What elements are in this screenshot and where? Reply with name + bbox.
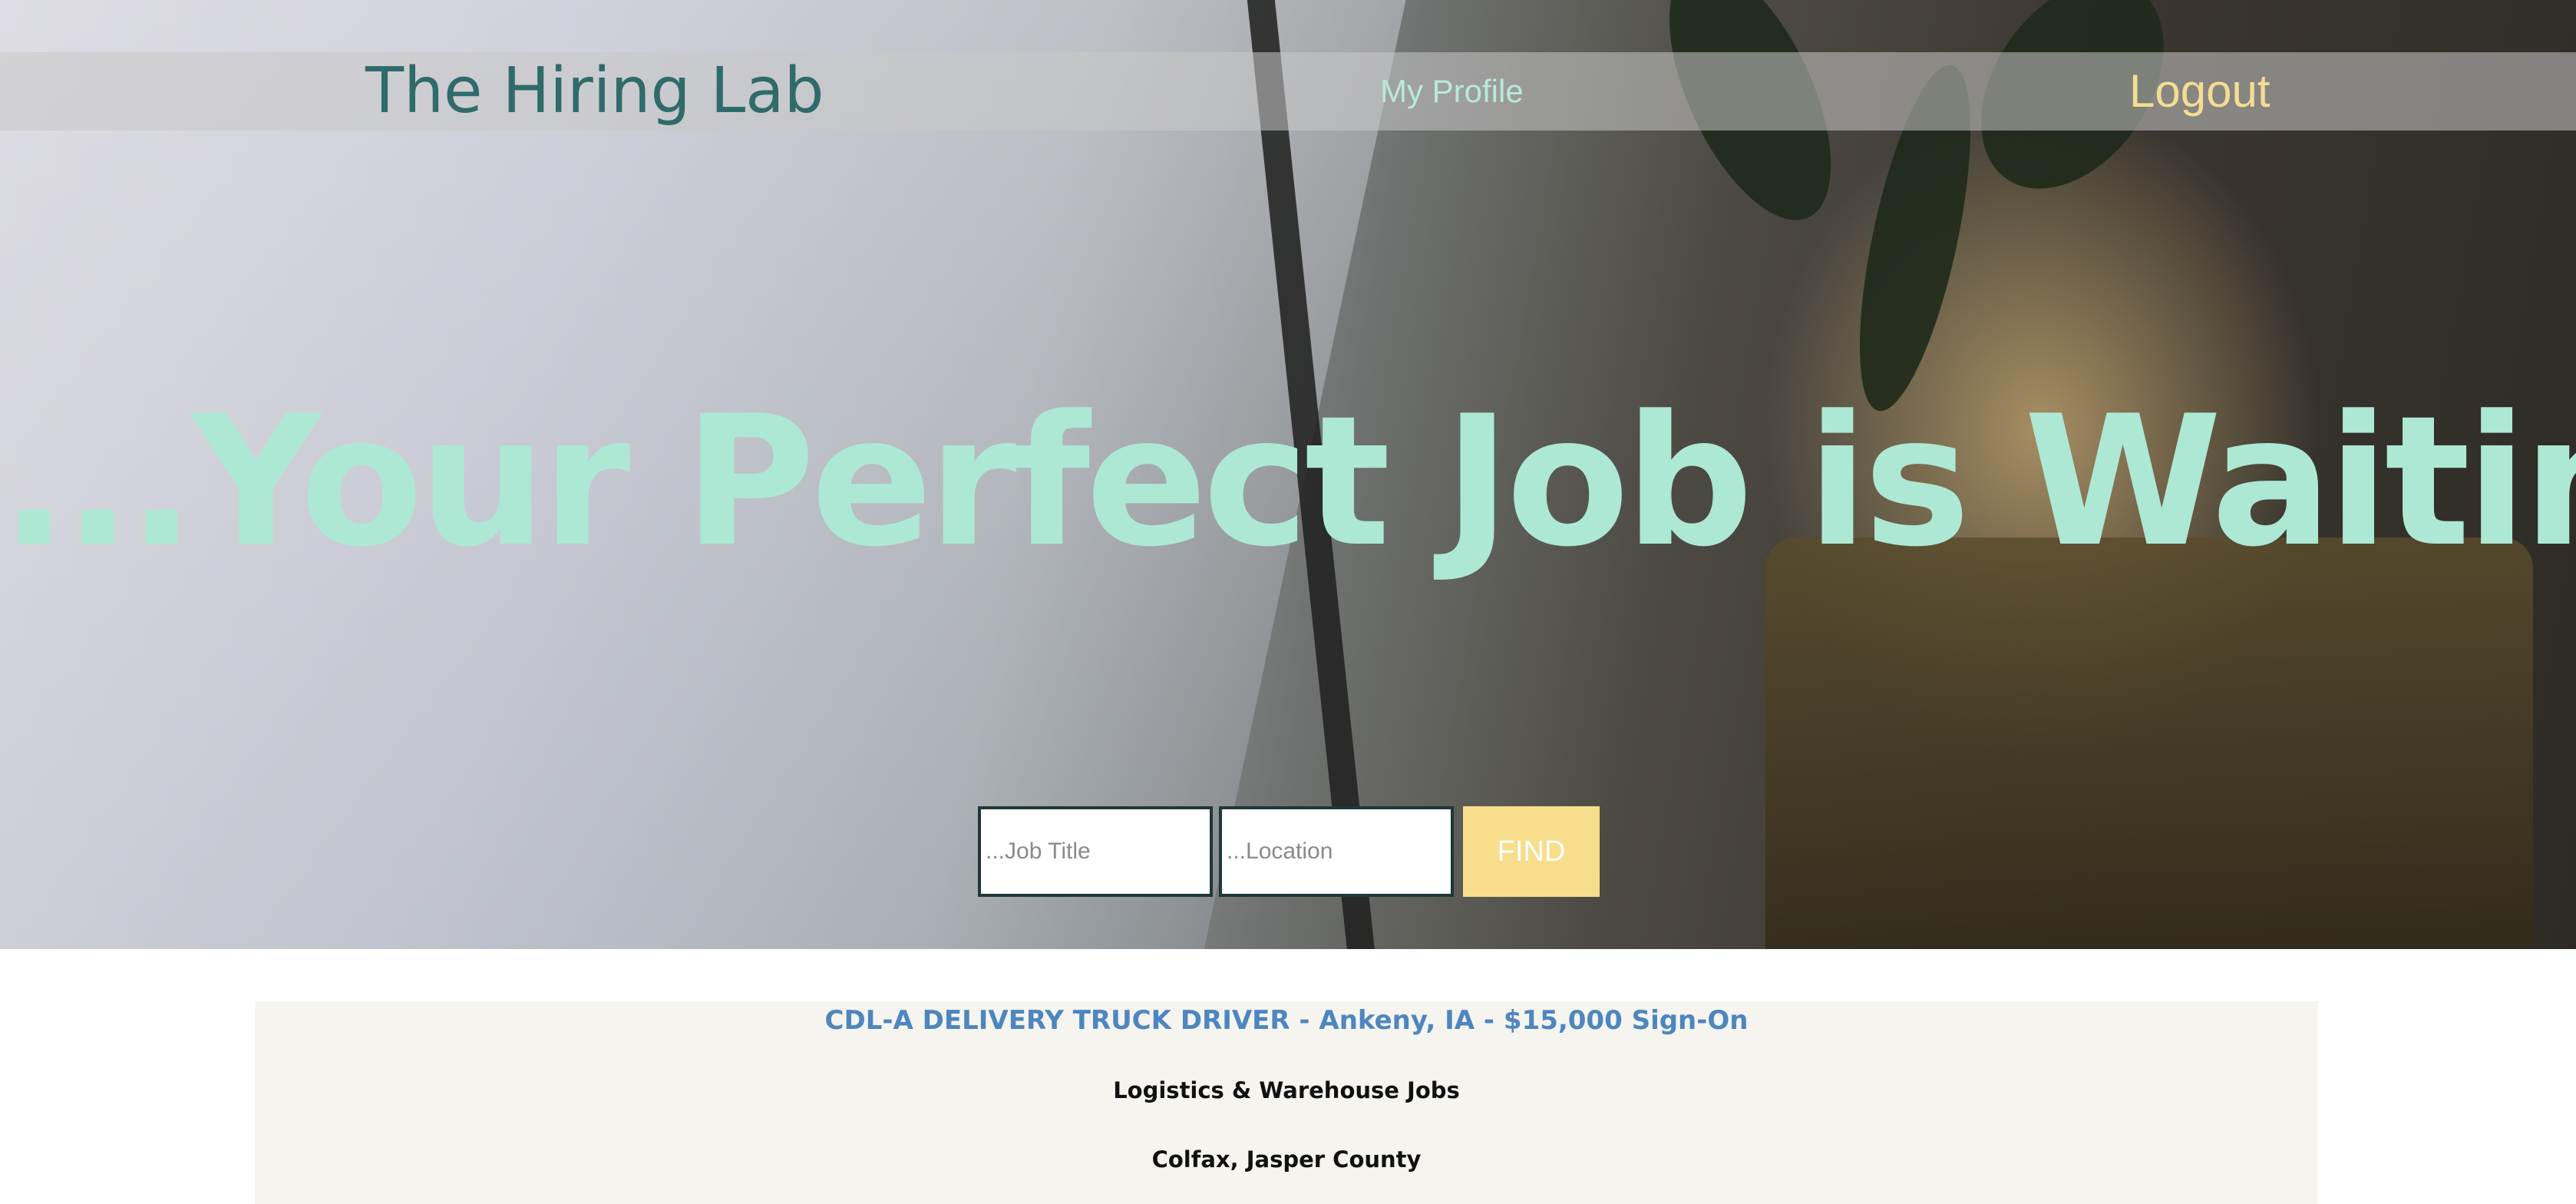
- find-button[interactable]: FIND: [1463, 806, 1600, 897]
- job-category: Logistics & Warehouse Jobs: [1113, 1077, 1460, 1103]
- my-profile-link[interactable]: My Profile: [1380, 52, 1524, 131]
- brand-logo-link[interactable]: The Hiring Lab: [365, 52, 824, 131]
- hero-background-plant-pot: [1765, 538, 2533, 949]
- job-location: Colfax, Jasper County: [1151, 1146, 1422, 1173]
- job-title-link[interactable]: CDL-A DELIVERY TRUCK DRIVER - Ankeny, IA…: [255, 1001, 2318, 1038]
- location-input[interactable]: [1219, 806, 1454, 897]
- logout-link[interactable]: Logout: [2129, 52, 2271, 131]
- job-listing-card: CDL-A DELIVERY TRUCK DRIVER - Ankeny, IA…: [255, 1001, 2318, 1204]
- job-title-input[interactable]: [978, 806, 1213, 897]
- hero-headline: ...Your Perfect Job is Waiting: [0, 378, 2576, 587]
- hero-section: ...Your Perfect Job is Waiting FIND: [0, 0, 2576, 949]
